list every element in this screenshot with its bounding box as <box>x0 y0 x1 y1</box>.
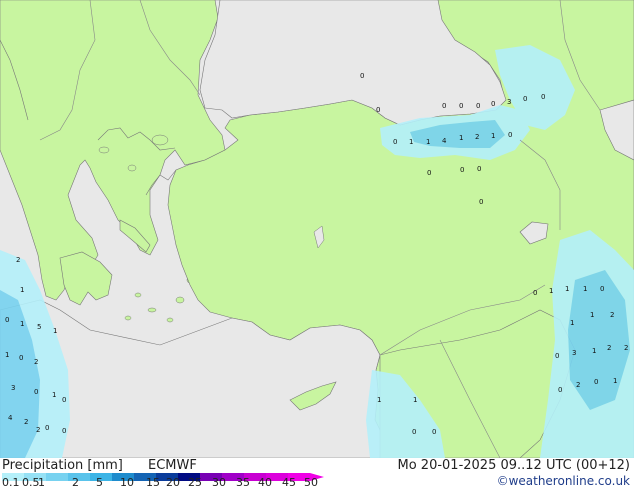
precip-value-label: 0 <box>34 388 38 396</box>
precip-value-label: 0 <box>541 93 545 101</box>
precip-value-label: 3 <box>11 384 15 392</box>
precip-value-label: 1 <box>459 134 463 142</box>
precip-value-label: 3 <box>507 98 511 106</box>
precipitation-map: 00 0 0 0 0 3 0 00 1 1 4 1 2 1 00 0 000 1 1 1 011 20 3 1 2 202 0 10 1… <box>0 0 634 458</box>
precip-value-label: 0 <box>393 138 397 146</box>
precip-value-label: 2 <box>24 418 28 426</box>
scale-tick-label: 10 <box>120 476 134 489</box>
precip-value-label: 0 <box>491 100 495 108</box>
precip-value-label: 0 <box>360 72 364 80</box>
precip-value-label: 0 <box>442 102 446 110</box>
precip-value-label: 1 <box>549 287 553 295</box>
precip-value-label: 1 <box>426 138 430 146</box>
precip-value-label: 2 <box>16 256 20 264</box>
scale-tick-label: 5 <box>96 476 103 489</box>
precip-value-label: 0 <box>555 352 559 360</box>
scale-tick-label: 45 <box>282 476 296 489</box>
precip-value-label: 2 <box>610 311 614 319</box>
precip-value-label: 1 <box>409 138 413 146</box>
precip-value-label: 0 <box>477 165 481 173</box>
precip-value-label: 0 <box>376 106 380 114</box>
precip-value-label: 0 <box>62 396 66 404</box>
scale-tick-label: 30 <box>212 476 226 489</box>
precip-value-label: 1 <box>5 351 9 359</box>
precip-value-label: 1 <box>565 285 569 293</box>
scale-tick-label: 20 <box>166 476 180 489</box>
precip-value-label: 3 <box>572 349 576 357</box>
precip-value-label: 1 <box>413 396 417 404</box>
precip-value-label: 0 <box>427 169 431 177</box>
precip-value-label: 2 <box>475 133 479 141</box>
precip-value-label: 1 <box>491 132 495 140</box>
precip-value-label: 0 <box>5 316 9 324</box>
precip-value-label: 0 <box>62 427 66 435</box>
precip-value-label: 0 <box>412 428 416 436</box>
legend-bar: Precipitation [mm] ECMWF Mo 20-01-2025 0… <box>0 458 634 490</box>
precip-value-label: 0 <box>600 285 604 293</box>
precip-value-label: 1 <box>377 396 381 404</box>
precip-value-label: 0 <box>508 131 512 139</box>
precip-value-label: 1 <box>52 391 56 399</box>
scale-tick-label: 0.1 <box>2 476 20 489</box>
precip-value-label: 1 <box>20 320 24 328</box>
precip-value-label: 5 <box>37 323 41 331</box>
precip-value-label: 1 <box>570 319 574 327</box>
precip-value-label: 1 <box>592 347 596 355</box>
precip-value-label: 1 <box>613 377 617 385</box>
scale-tick-label: 0.5 <box>22 476 40 489</box>
precip-value-label: 1 <box>20 286 24 294</box>
model-name: ECMWF <box>148 458 197 473</box>
precip-value-label: 2 <box>624 344 628 352</box>
precip-value-label: 1 <box>583 285 587 293</box>
precip-value-label: 0 <box>476 102 480 110</box>
scale-tick-label: 50 <box>304 476 318 489</box>
scale-tick-label: 15 <box>146 476 160 489</box>
scale-tick-label: 1 <box>38 476 45 489</box>
scale-tick-label: 35 <box>236 476 250 489</box>
precip-value-label: 2 <box>34 358 38 366</box>
scale-tick-label: 40 <box>258 476 272 489</box>
precip-value-label: 2 <box>36 426 40 434</box>
legend-title: Precipitation [mm] <box>2 458 123 473</box>
scale-tick-label: 25 <box>188 476 202 489</box>
precip-value-label: 0 <box>45 424 49 432</box>
valid-datetime: Mo 20-01-2025 09..12 UTC (00+12) <box>397 458 631 473</box>
precip-value-label: 1 <box>53 327 57 335</box>
credit-link[interactable]: ©weatheronline.co.uk <box>497 474 630 488</box>
scale-tick-label: 2 <box>72 476 79 489</box>
precip-value-label: 0 <box>19 354 23 362</box>
precip-value-label: 2 <box>607 344 611 352</box>
color-scale-ticks: 0.1 0.5 1 2 5 10 15 20 25 30 35 40 45 50 <box>0 476 330 490</box>
precip-value-label: 0 <box>432 428 436 436</box>
precip-value-label: 0 <box>533 289 537 297</box>
precip-value-label: 0 <box>523 95 527 103</box>
precip-value-label: 0 <box>479 198 483 206</box>
precip-value-label: 0 <box>460 166 464 174</box>
precip-value-label: 0 <box>459 102 463 110</box>
precip-value-label: 4 <box>442 137 447 145</box>
precip-value-label: 2 <box>576 381 580 389</box>
precip-value-label: 0 <box>594 378 598 386</box>
precip-value-label: 0 <box>558 386 562 394</box>
precip-value-label: 4 <box>8 414 13 422</box>
precip-value-label: 1 <box>590 311 594 319</box>
